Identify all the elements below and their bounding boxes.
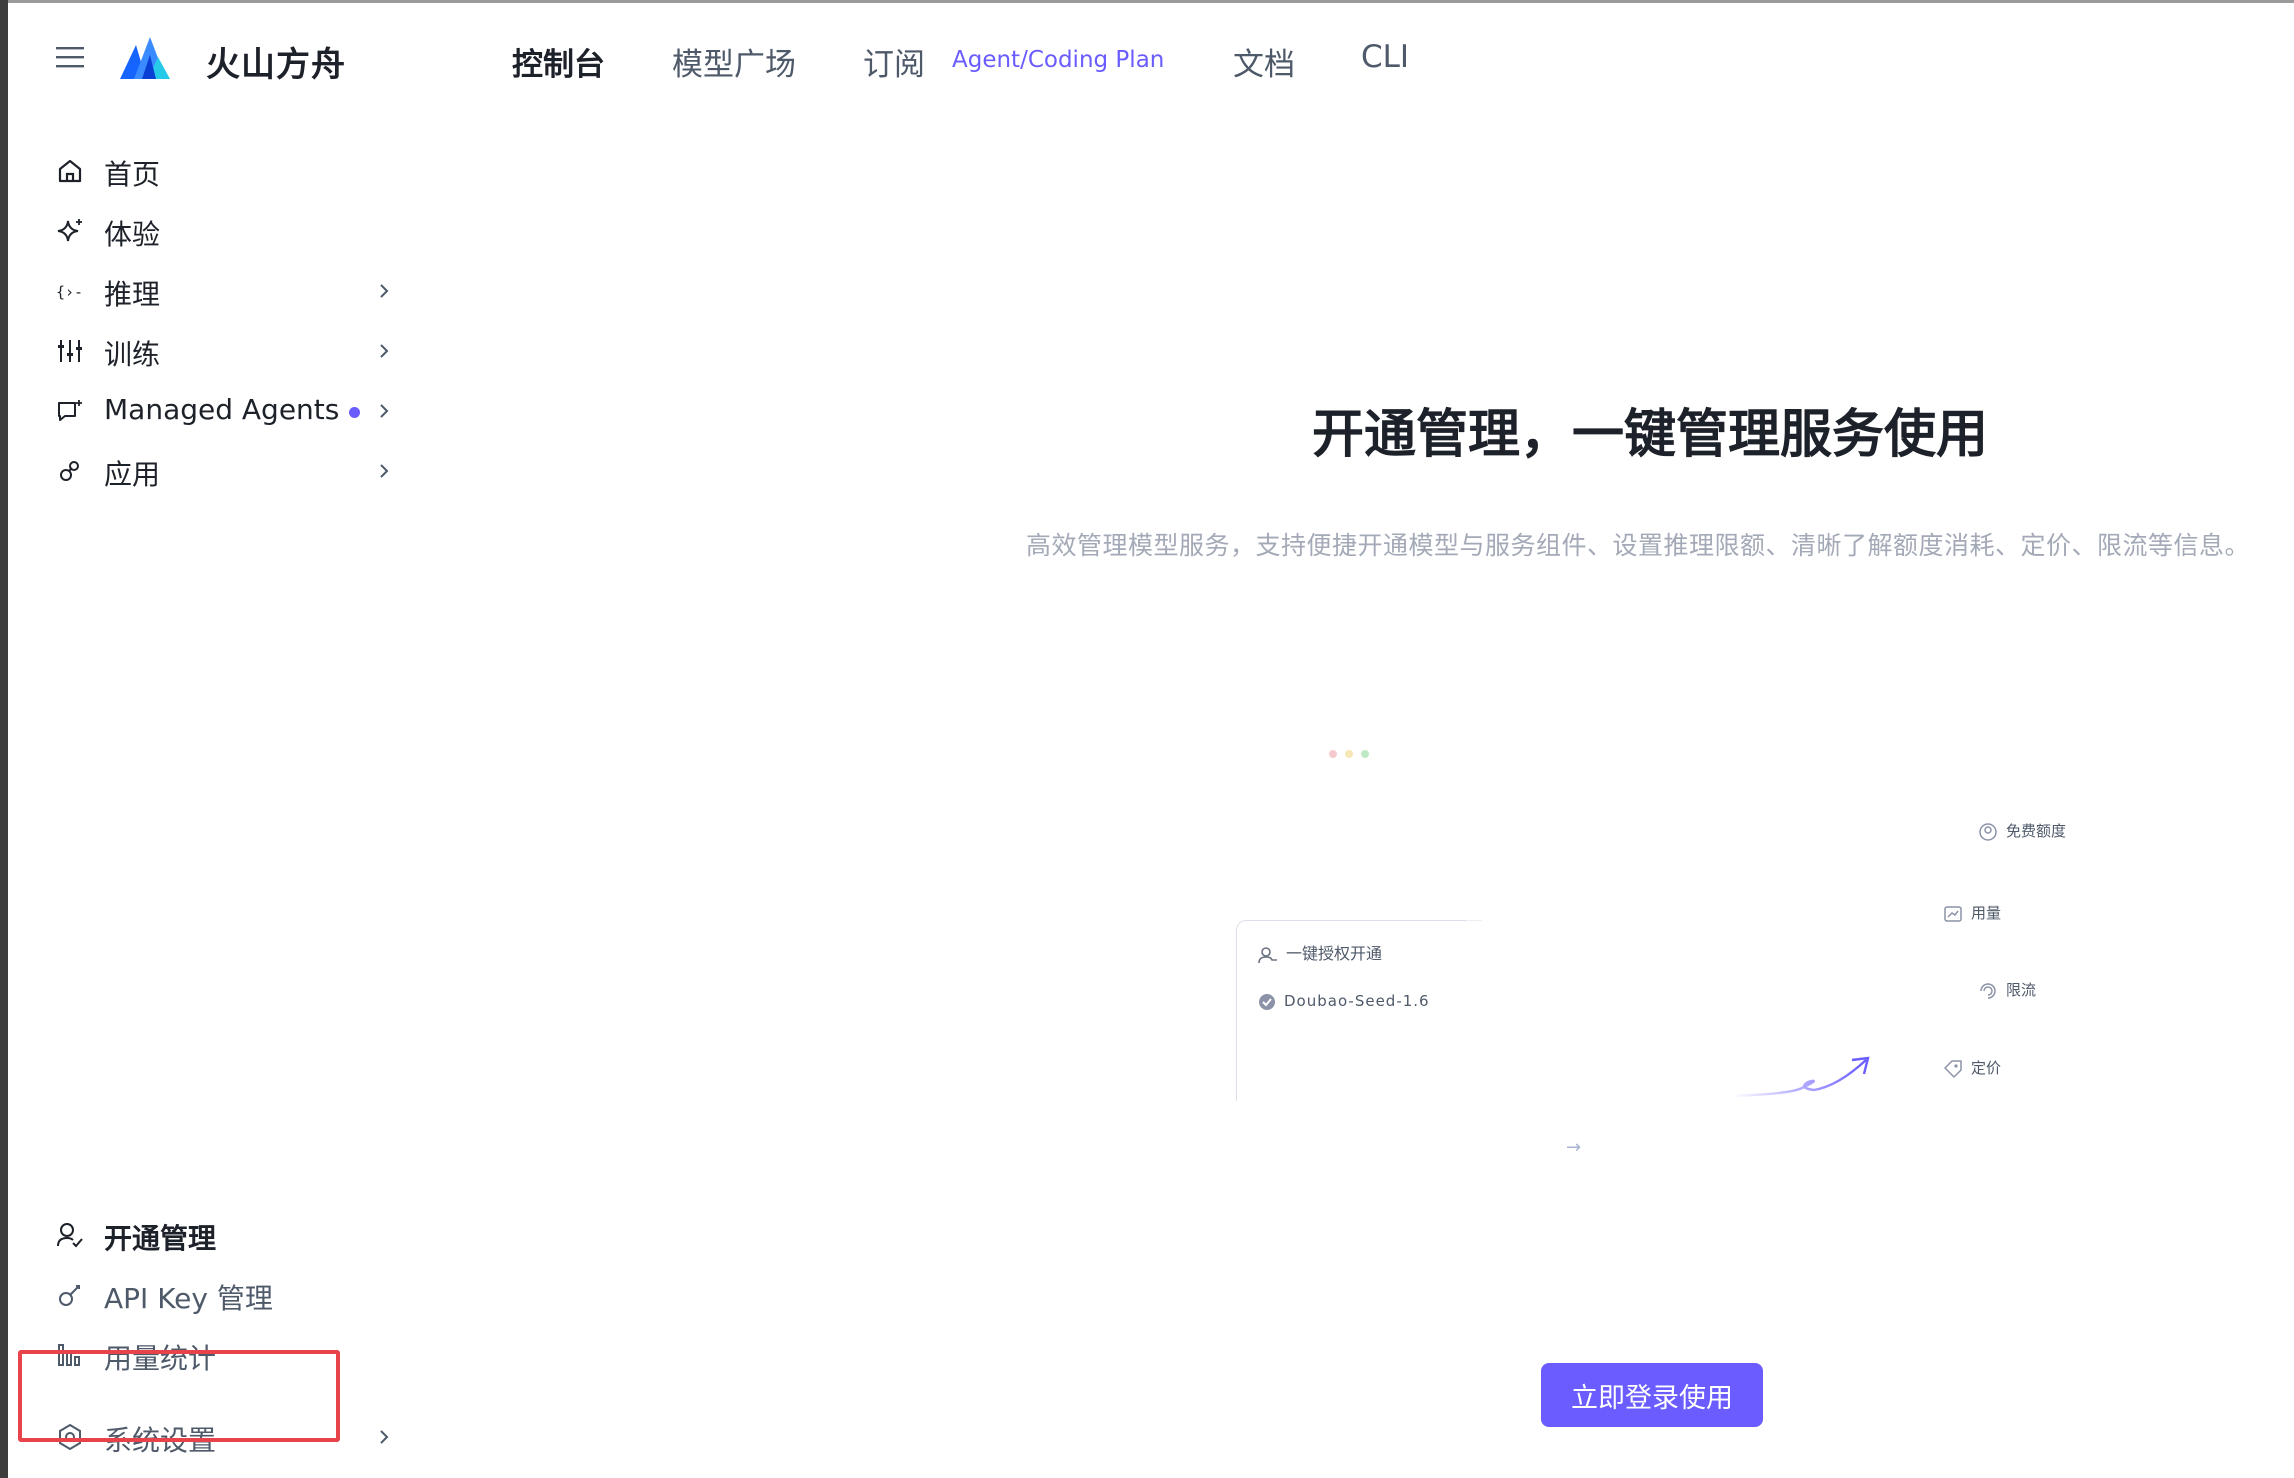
- sidebar-item-label: 推理: [104, 278, 161, 311]
- rate-limit-icon: [1980, 982, 1996, 999]
- brand-name[interactable]: 火山方舟: [206, 37, 346, 86]
- login-cta-button[interactable]: 立即登录使用: [1541, 1363, 1763, 1427]
- sidebar-item-apps[interactable]: 应用: [8, 441, 408, 501]
- nav-model-plaza[interactable]: 模型广场: [672, 39, 796, 84]
- card-edge-fade: [1466, 920, 1482, 921]
- key-icon: [59, 1285, 80, 1306]
- free-quota-icon: [1979, 822, 1997, 841]
- feature-rate-limit: 限流: [1978, 979, 2036, 1001]
- notification-dot: [349, 407, 360, 418]
- chevron-right-icon[interactable]: [376, 399, 392, 423]
- sidebar-item-label: 应用: [104, 458, 161, 491]
- page-subtitle: 高效管理模型服务，支持便捷开通模型与服务组件、设置推理限额、清晰了解额度消耗、定…: [1026, 531, 2251, 560]
- sidebar-item-label: 体验: [104, 218, 161, 251]
- chat-agent-icon: [58, 400, 82, 421]
- chevron-right-icon[interactable]: [376, 339, 392, 363]
- sidebar-item-training[interactable]: 训练: [8, 321, 408, 381]
- feature-free-quota: 免费额度: [1978, 820, 2066, 842]
- sidebar-item-label: API Key 管理: [104, 1282, 273, 1315]
- chevron-right-icon[interactable]: [376, 1425, 392, 1449]
- nav-docs[interactable]: 文档: [1233, 39, 1295, 84]
- nav-console[interactable]: 控制台: [512, 39, 605, 84]
- small-arrow-icon: →: [1566, 1137, 1582, 1158]
- top-header: 火山方舟 控制台 模型广场 订阅 Agent/Coding Plan 文档 CL…: [8, 3, 2294, 113]
- user-check-icon: [57, 1223, 83, 1248]
- card-authorize-row: 一键授权开通: [1258, 940, 1382, 964]
- sidebar-item-label: 开通管理: [104, 1222, 217, 1255]
- sidebar-item-experience[interactable]: 体验: [8, 201, 408, 261]
- price-tag-icon: [1944, 1059, 1962, 1078]
- apps-icon: [60, 461, 79, 481]
- check-circle-icon: [1259, 993, 1275, 1010]
- card-row2-label: Doubao-Seed-1.6: [1284, 992, 1430, 1010]
- code-braces-icon: {›-}: [56, 283, 84, 301]
- sidebar-item-managed-agents[interactable]: Managed Agents: [8, 381, 408, 441]
- nav-subscribe[interactable]: 订阅: [863, 39, 925, 84]
- usage-chart-icon: [1944, 905, 1962, 922]
- sidebar-item-api-key-management[interactable]: API Key 管理: [8, 1265, 408, 1325]
- sidebar-item-label: 训练: [104, 338, 161, 371]
- sidebar: 首页 体验 {›-} 推理 训练 Managed Agents: [8, 113, 408, 1478]
- flow-arrow-icon: [1731, 1056, 1870, 1098]
- home-icon: [58, 159, 82, 183]
- chevron-right-icon[interactable]: [376, 459, 392, 483]
- card-row1-label: 一键授权开通: [1286, 944, 1383, 963]
- nav-subscribe-tag[interactable]: Agent/Coding Plan: [952, 47, 1164, 73]
- svg-text:{›-}: {›-}: [56, 283, 84, 301]
- sidebar-item-activation-management[interactable]: 开通管理: [8, 1205, 408, 1265]
- sidebar-item-label: 首页: [104, 158, 161, 191]
- hamburger-menu-icon[interactable]: [56, 45, 84, 69]
- page-title: 开通管理，一键管理服务使用: [1312, 405, 1989, 465]
- card-model-row: Doubao-Seed-1.6: [1258, 992, 1430, 1011]
- feature-label: 免费额度: [2006, 822, 2067, 840]
- window-left-edge: [0, 0, 8, 1478]
- chevron-right-icon[interactable]: [376, 279, 392, 303]
- sidebar-item-inference[interactable]: {›-} 推理: [8, 261, 408, 321]
- sidebar-item-label: Managed Agents: [104, 393, 340, 426]
- authorize-icon: [1258, 946, 1277, 963]
- sliders-icon: [58, 340, 82, 362]
- feature-label: 用量: [1971, 904, 2002, 922]
- nav-cli[interactable]: CLI: [1361, 39, 1409, 75]
- sidebar-item-home[interactable]: 首页: [8, 141, 408, 201]
- volcano-logo-icon[interactable]: [120, 37, 170, 79]
- feature-label: 定价: [1971, 1059, 2002, 1077]
- window-dots-icon: [1329, 750, 1369, 758]
- highlight-annotation-box: [18, 1350, 340, 1442]
- sparkle-icon: [57, 219, 82, 242]
- feature-pricing: 定价: [1943, 1057, 2001, 1079]
- feature-label: 限流: [2006, 981, 2037, 999]
- feature-usage: 用量: [1943, 902, 2001, 924]
